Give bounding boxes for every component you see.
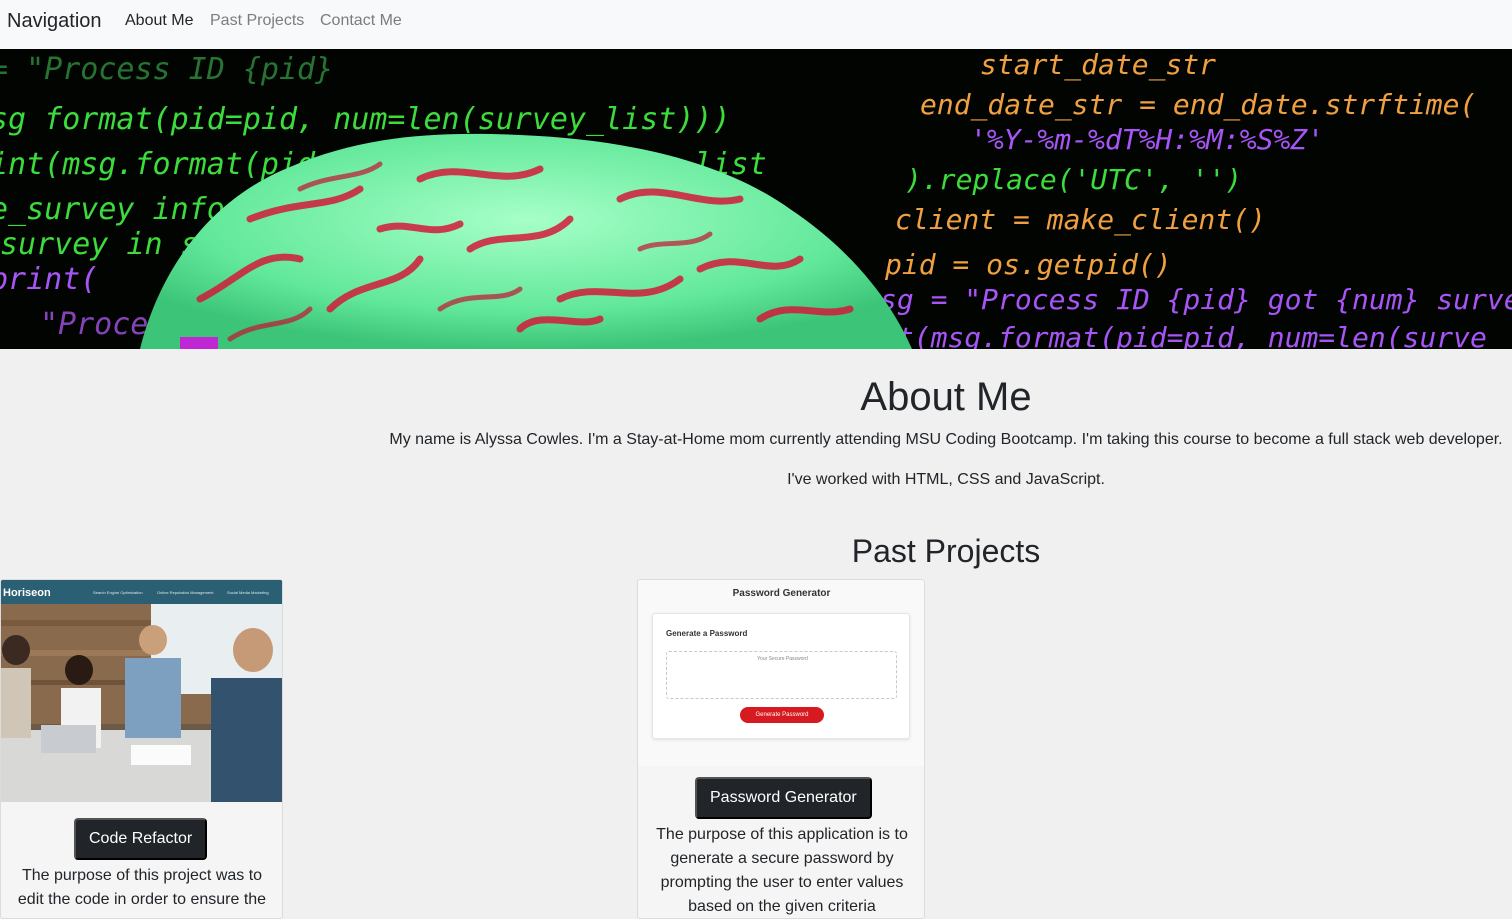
thumb-subtitle: Generate a Password xyxy=(666,629,748,638)
thumb-generate-button: Generate Password xyxy=(740,707,824,723)
nav-link-about-me[interactable]: About Me xyxy=(125,11,193,31)
code-refactor-description: The purpose of this project was to edit … xyxy=(17,867,267,908)
nav-link-contact-me[interactable]: Contact Me xyxy=(320,11,402,31)
hero-code-line: '%Y-%m-%dT%H:%M:%S%Z' xyxy=(970,123,1324,156)
hero-code-line: end_date_str = end_date.strftime( xyxy=(920,88,1476,122)
about-skills-paragraph: I've worked with HTML, CSS and JavaScrip… xyxy=(787,471,1105,488)
thumb-nav-item: Search Engine Optimization xyxy=(93,590,143,595)
hero-code-line: start_date_str xyxy=(980,49,1216,82)
hero-code-line: client = make_client() xyxy=(895,203,1266,237)
thumb-brand: Horiseon xyxy=(3,587,51,599)
hero-banner-image: = "Process ID {pid} sg format(pid=pid, n… xyxy=(0,49,1512,349)
hero-code-line: sg format(pid=pid, num=len(survey_list))… xyxy=(0,102,731,137)
hero-code-line: nt(msg.format(pid=pid, num=len(surve xyxy=(880,321,1487,349)
navbar-brand[interactable]: Navigation xyxy=(7,9,102,33)
project-card-password-generator: Password Generator Generate a Password Y… xyxy=(637,579,925,919)
thumb-title: Password Generator xyxy=(732,588,831,599)
password-generator-button[interactable]: Password Generator xyxy=(695,777,872,819)
code-refactor-screenshot: Horiseon Search Engine Optimization Onli… xyxy=(1,580,282,802)
thumb-panel: Generate a Password Your Secure Password… xyxy=(652,613,910,739)
nav-link-past-projects[interactable]: Past Projects xyxy=(210,11,304,31)
hero-code-line: print( xyxy=(0,262,98,297)
navbar: Navigation About Me Past Projects Contac… xyxy=(0,0,1512,49)
password-generator-screenshot: Password Generator Generate a Password Y… xyxy=(638,580,924,766)
thumb-nav-item: Social Media Marketing xyxy=(227,590,269,595)
project-card-code-refactor: Horiseon Search Engine Optimization Onli… xyxy=(0,579,283,919)
about-paragraph: My name is Alyssa Cowles. I'm a Stay-at-… xyxy=(389,431,1503,448)
hero-illustration: = "Process ID {pid} sg format(pid=pid, n… xyxy=(0,49,1512,349)
thumb-placeholder: Your Secure Password xyxy=(757,656,808,662)
hero-code-line: pid = os.getpid() xyxy=(884,248,1172,281)
hero-code-line: ).replace('UTC', '') xyxy=(905,163,1242,196)
hero-code-line: = "Process ID {pid} xyxy=(0,52,333,87)
hero-code-line: sg = "Process ID {pid} got {num} surve xyxy=(880,283,1512,316)
about-title: About Me xyxy=(860,375,1032,419)
password-generator-description: The purpose of this application is to ge… xyxy=(656,826,908,915)
code-refactor-button[interactable]: Code Refactor xyxy=(74,818,208,860)
thumb-nav-item: Online Reputation Management xyxy=(157,590,214,595)
thumb-password-box: Your Secure Password xyxy=(666,651,897,699)
projects-title: Past Projects xyxy=(851,533,1041,569)
